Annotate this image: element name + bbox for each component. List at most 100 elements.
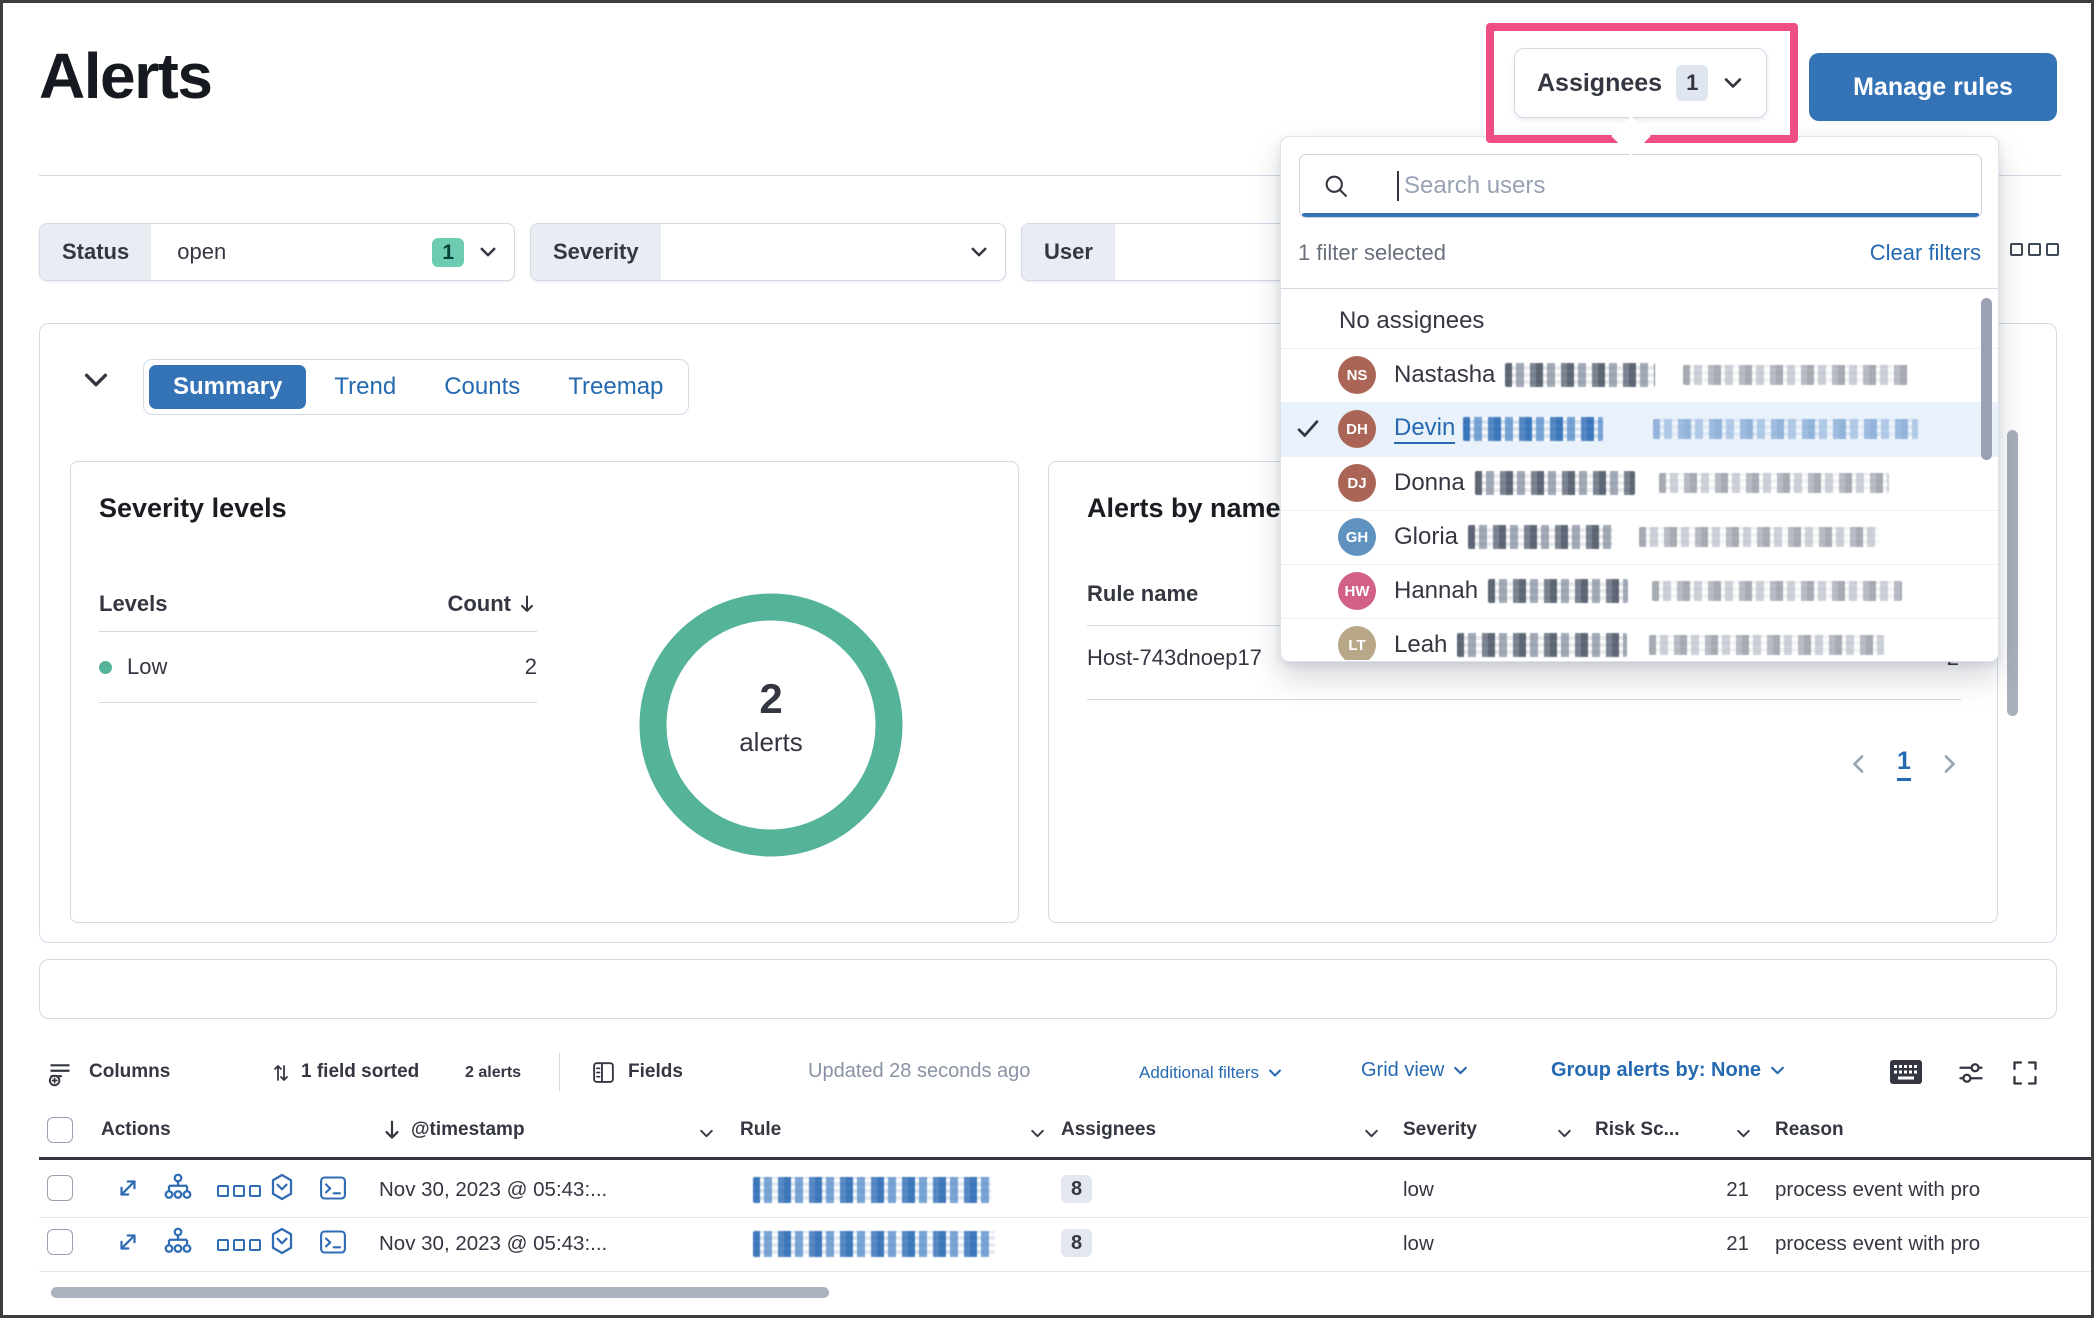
fields-button[interactable]: Fields xyxy=(628,1061,683,1083)
list-item-user[interactable]: NS Nastasha xyxy=(1281,348,1998,403)
list-item-user[interactable]: GH Gloria xyxy=(1281,510,1998,565)
redacted-surname xyxy=(1505,363,1655,387)
severity-column-header[interactable]: Severity xyxy=(1403,1119,1477,1141)
analyze-event-icon[interactable] xyxy=(267,1226,297,1256)
severity-levels-table: Levels Count Low 2 xyxy=(99,591,537,703)
risk-score-cell: 21 xyxy=(1701,1178,1749,1202)
rule-column-header[interactable]: Rule xyxy=(740,1119,781,1141)
severity-level-name: Low xyxy=(127,654,167,680)
columns-button[interactable]: Columns xyxy=(89,1061,170,1083)
session-view-icon[interactable] xyxy=(319,1228,347,1256)
tab-treemap[interactable]: Treemap xyxy=(548,365,683,409)
user-first-name: Hannah xyxy=(1394,577,1478,605)
search-icon xyxy=(1322,172,1350,200)
more-actions-icon[interactable] xyxy=(217,1185,261,1197)
alerts-by-name-title: Alerts by name xyxy=(1087,493,1281,524)
assignees-column-header[interactable]: Assignees xyxy=(1061,1119,1156,1141)
list-item-user[interactable]: LT Leah xyxy=(1281,618,1998,660)
more-filters-icon[interactable] xyxy=(2010,243,2059,256)
manage-rules-button[interactable]: Manage rules xyxy=(1809,53,2057,121)
assignees-count-badge[interactable]: 8 xyxy=(1061,1175,1092,1203)
chart-view-tabs: Summary Trend Counts Treemap xyxy=(143,359,689,415)
severity-filter-label: Severity xyxy=(531,224,661,280)
tab-trend[interactable]: Trend xyxy=(314,365,416,409)
analyzer-graph-icon[interactable] xyxy=(163,1172,193,1202)
chevron-down-icon[interactable] xyxy=(1735,1125,1752,1142)
expand-alert-icon[interactable] xyxy=(115,1175,141,1201)
row-checkbox[interactable] xyxy=(47,1229,73,1255)
row-divider xyxy=(39,1271,2094,1272)
user-first-name: Gloria xyxy=(1394,523,1458,551)
user-first-name: Nastasha xyxy=(1394,361,1495,389)
avatar-initials: LT xyxy=(1348,637,1365,654)
keyboard-shortcuts-icon[interactable] xyxy=(1889,1059,1923,1085)
timestamp-sort-arrow-icon xyxy=(381,1119,403,1141)
list-item-user[interactable]: HW Hannah xyxy=(1281,564,1998,619)
field-sorted-button[interactable]: 1 field sorted xyxy=(301,1061,419,1083)
severity-panel-title: Severity levels xyxy=(99,493,287,524)
vertical-scrollbar[interactable] xyxy=(2007,430,2018,716)
popover-scrollbar[interactable] xyxy=(1981,298,1992,460)
status-count-badge: 1 xyxy=(432,238,464,267)
tab-counts[interactable]: Counts xyxy=(424,365,540,409)
risk-score-column-header[interactable]: Risk Sc... xyxy=(1595,1119,1680,1141)
clear-filters-link[interactable]: Clear filters xyxy=(1870,240,1981,266)
donut-center-label: alerts xyxy=(639,727,903,758)
redacted-surname xyxy=(1463,417,1603,441)
chevron-down-icon[interactable] xyxy=(1556,1125,1573,1142)
assignees-button-label: Assignees xyxy=(1537,69,1662,98)
avatar-initials: DJ xyxy=(1347,475,1366,492)
rule-name-cell[interactable]: Host-743dnoep17 xyxy=(1087,645,1262,671)
severity-level-row: Low 2 xyxy=(99,632,537,702)
previous-page-icon[interactable] xyxy=(1847,752,1871,776)
tab-summary[interactable]: Summary xyxy=(149,365,306,409)
group-alerts-by-label: Group alerts by: None xyxy=(1551,1059,1761,1082)
additional-filters-button[interactable]: Additional filters xyxy=(1139,1063,1283,1083)
timestamp-cell: Nov 30, 2023 @ 05:43:... xyxy=(379,1232,607,1256)
severity-donut-chart: 2 alerts xyxy=(639,593,903,857)
rule-name-redacted[interactable] xyxy=(753,1177,991,1203)
horizontal-scrollbar[interactable] xyxy=(51,1287,829,1298)
avatar-initials: GH xyxy=(1346,529,1369,546)
sort-fields-icon xyxy=(269,1061,293,1085)
group-alerts-by-button[interactable]: Group alerts by: None xyxy=(1551,1059,1786,1082)
severity-filter[interactable]: Severity xyxy=(530,223,1006,281)
select-all-checkbox[interactable] xyxy=(47,1117,73,1143)
next-page-icon[interactable] xyxy=(1937,752,1961,776)
redacted-email xyxy=(1652,581,1902,601)
list-item-no-assignees[interactable]: No assignees xyxy=(1281,294,1998,349)
timestamp-column-header[interactable]: @timestamp xyxy=(411,1119,525,1141)
list-item-user-selected[interactable]: DH Devin xyxy=(1281,402,1998,457)
session-view-icon[interactable] xyxy=(319,1174,347,1202)
status-filter[interactable]: Status open 1 xyxy=(39,223,515,281)
row-checkbox[interactable] xyxy=(47,1175,73,1201)
avatar-initials: NS xyxy=(1347,367,1368,384)
list-item-user[interactable]: DJ Donna xyxy=(1281,456,1998,511)
reason-column-header: Reason xyxy=(1775,1119,1844,1141)
search-users-input[interactable] xyxy=(1300,155,1982,217)
assignees-filter-button[interactable]: Assignees 1 xyxy=(1514,48,1767,118)
collapse-section-chevron-icon[interactable] xyxy=(81,365,111,395)
redacted-email xyxy=(1649,635,1884,655)
expand-alert-icon[interactable] xyxy=(115,1229,141,1255)
user-first-name: Donna xyxy=(1394,469,1465,497)
user-first-name: Devin xyxy=(1394,414,1455,444)
analyzer-graph-icon[interactable] xyxy=(163,1226,193,1256)
display-settings-icon[interactable] xyxy=(1957,1059,1985,1087)
chevron-down-icon[interactable] xyxy=(1029,1125,1046,1142)
fullscreen-icon[interactable] xyxy=(2011,1059,2039,1087)
assignees-popover: 1 filter selected Clear filters No assig… xyxy=(1280,136,1999,662)
page-number[interactable]: 1 xyxy=(1897,747,1911,781)
count-column-header[interactable]: Count xyxy=(447,591,511,617)
chevron-down-icon[interactable] xyxy=(698,1125,715,1142)
grid-view-button[interactable]: Grid view xyxy=(1361,1059,1469,1082)
chevron-down-icon[interactable] xyxy=(1363,1125,1380,1142)
grid-view-label: Grid view xyxy=(1361,1059,1444,1082)
redacted-surname xyxy=(1475,471,1635,495)
assignees-count-badge[interactable]: 8 xyxy=(1061,1229,1092,1257)
analyze-event-icon[interactable] xyxy=(267,1172,297,1202)
user-search-field[interactable] xyxy=(1299,154,1982,218)
avatar-initials: DH xyxy=(1346,421,1368,438)
rule-name-redacted[interactable] xyxy=(753,1231,995,1257)
more-actions-icon[interactable] xyxy=(217,1239,261,1251)
